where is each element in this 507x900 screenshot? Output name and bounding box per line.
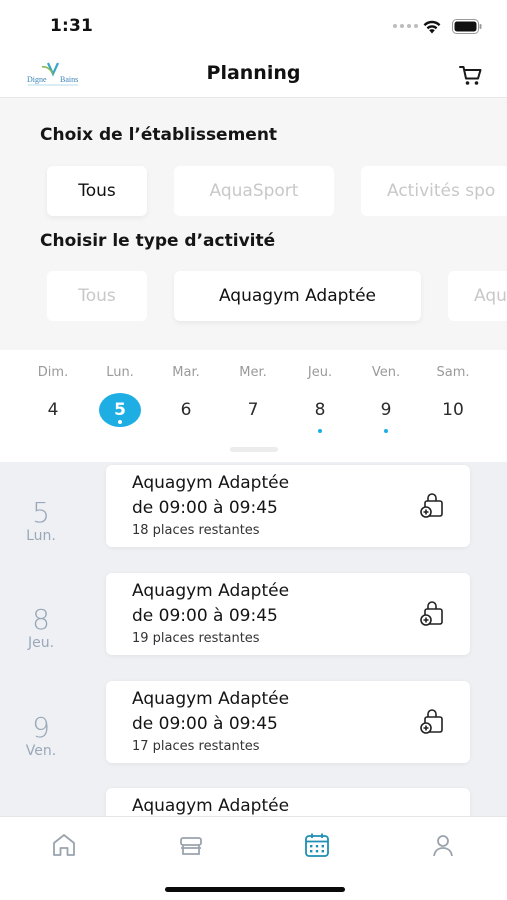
app-header: Digne Bains Planning <box>0 52 507 98</box>
activity-chip-tous[interactable]: Tous <box>47 271 147 321</box>
day-number: 9 <box>380 400 392 420</box>
session-time: de 09:00 à 09:45 <box>132 714 278 734</box>
day-number: 6 <box>180 400 192 420</box>
session-title: Aquagym Adaptée <box>132 689 290 709</box>
home-indicator <box>165 887 345 892</box>
week-calendar: Dim. 4 Lun. 5 Mar. 6 Mer. 7 Jeu. 8 Ven. … <box>0 350 507 462</box>
day-name: Mar. <box>172 365 200 380</box>
day-thursday[interactable]: Jeu. 8 <box>295 365 345 433</box>
establishment-title: Choix de l’établissement <box>40 125 278 145</box>
event-dot <box>251 429 255 433</box>
day-name: Mer. <box>239 365 267 380</box>
event-dot <box>51 429 55 433</box>
day-name: Lun. <box>106 365 134 380</box>
session-date: 9 Ven. <box>0 711 82 760</box>
day-number: 8 <box>314 400 326 420</box>
activity-chip-aquagym-adaptee[interactable]: Aquagym Adaptée <box>174 271 421 321</box>
add-to-bag-icon[interactable] <box>418 493 446 519</box>
session-card[interactable]: Aquagym Adaptée de 09:00 à 09:45 17 plac… <box>106 681 470 763</box>
session-places: 17 places restantes <box>132 739 260 754</box>
session-date-number: 8 <box>32 603 50 636</box>
day-sunday[interactable]: Dim. 4 <box>28 365 78 433</box>
day-friday[interactable]: Ven. 9 <box>361 365 411 433</box>
signal-icon <box>393 24 418 28</box>
establishment-chip-tous[interactable]: Tous <box>47 166 147 216</box>
session-date-weekday: Lun. <box>26 528 56 544</box>
session-title: Aquagym Adaptée <box>132 796 290 816</box>
calendar-icon[interactable] <box>302 831 332 859</box>
session-date-number: 9 <box>32 711 50 744</box>
activity-chip-aqu[interactable]: Aqu <box>448 271 507 321</box>
event-dot <box>384 429 388 433</box>
status-time: 1:31 <box>50 16 94 36</box>
event-dot <box>318 429 322 433</box>
session-card[interactable]: Aquagym Adaptée de 09:00 à 09:45 19 plac… <box>106 573 470 655</box>
day-number: 10 <box>442 400 464 420</box>
day-number: 7 <box>247 400 259 420</box>
day-monday[interactable]: Lun. 5 <box>95 365 145 433</box>
day-name: Dim. <box>37 365 69 380</box>
add-to-bag-icon[interactable] <box>418 709 446 735</box>
page-title: Planning <box>206 62 301 84</box>
session-places: 18 places restantes <box>132 523 260 538</box>
store-icon[interactable] <box>176 831 206 859</box>
session-date-number: 5 <box>32 496 50 529</box>
day-wednesday[interactable]: Mer. 7 <box>228 365 278 433</box>
session-date: 5 Lun. <box>0 496 82 545</box>
drag-handle[interactable] <box>230 447 278 452</box>
wifi-icon <box>423 20 441 34</box>
session-title: Aquagym Adaptée <box>132 581 290 601</box>
profile-icon[interactable] <box>428 831 458 859</box>
session-time: de 09:00 à 09:45 <box>132 498 278 518</box>
day-tuesday[interactable]: Mar. 6 <box>161 365 211 433</box>
establishment-chip-aquasport[interactable]: AquaSport <box>174 166 334 216</box>
session-date-weekday: Jeu. <box>27 635 55 651</box>
home-icon[interactable] <box>49 831 79 859</box>
activity-type-title: Choisir le type d’activité <box>40 231 276 251</box>
day-saturday[interactable]: Sam. 10 <box>428 365 478 433</box>
day-name: Ven. <box>371 365 401 380</box>
event-dot <box>184 429 188 433</box>
session-card[interactable]: Aquagym Adaptée de 09:00 à 09:45 18 plac… <box>106 465 470 547</box>
day-name: Sam. <box>436 365 470 380</box>
session-places: 19 places restantes <box>132 631 260 646</box>
session-card[interactable]: Aquagym Adaptée <box>106 788 470 816</box>
status-bar: 1:31 <box>0 0 507 52</box>
event-dot <box>451 429 455 433</box>
session-title: Aquagym Adaptée <box>132 473 290 493</box>
day-number: 4 <box>47 400 59 420</box>
event-dot <box>118 420 122 424</box>
filters-panel: Choix de l’établissement Tous AquaSport … <box>0 98 507 350</box>
session-time: de 09:00 à 09:45 <box>132 606 278 626</box>
tab-bar <box>0 816 507 900</box>
sessions-list[interactable]: 5 Lun. Aquagym Adaptée de 09:00 à 09:45 … <box>0 462 507 816</box>
session-date: 8 Jeu. <box>0 603 82 652</box>
add-to-bag-icon[interactable] <box>418 601 446 627</box>
session-date-weekday: Ven. <box>25 743 57 759</box>
cart-icon[interactable] <box>458 63 484 87</box>
establishment-chip-activites[interactable]: Activités spo <box>361 166 507 216</box>
battery-icon <box>452 19 482 34</box>
day-name: Jeu. <box>307 365 333 380</box>
